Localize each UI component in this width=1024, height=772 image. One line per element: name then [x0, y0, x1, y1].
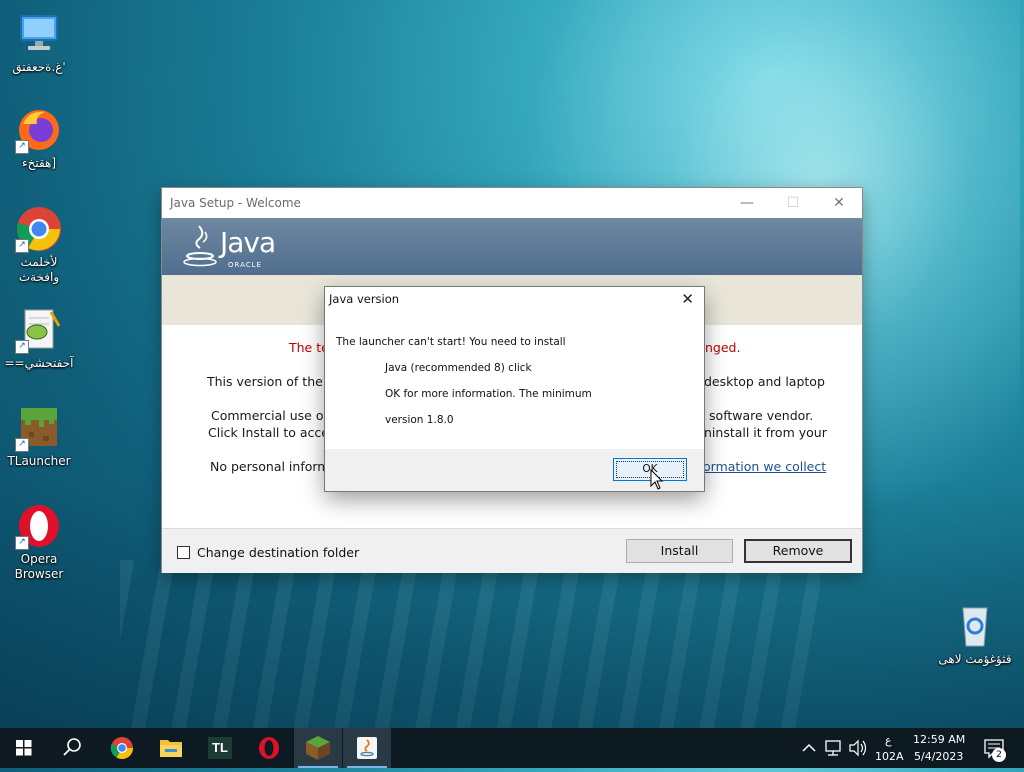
dialog-message-line: OK for more information. The minimum — [385, 388, 592, 400]
show-hidden-icons-button[interactable] — [798, 728, 820, 768]
shortcut-arrow-icon: ↗ — [15, 438, 29, 452]
dialog-title: Java version — [329, 292, 400, 306]
java-logo-text: Java — [220, 226, 276, 259]
close-button[interactable]: ✕ — [816, 188, 862, 218]
desktop-icon-firefox[interactable]: ↗ هقتخء] — [2, 106, 76, 171]
taskbar-chrome[interactable] — [98, 728, 146, 768]
desktop-icon-notepadpp[interactable]: ↗ ==آحفتحشي — [2, 306, 76, 371]
grass-block-icon — [306, 736, 330, 760]
maximize-button[interactable]: ☐ — [770, 188, 816, 218]
remove-button[interactable]: Remove — [744, 539, 852, 563]
speaker-icon — [849, 739, 867, 757]
folder-icon — [160, 740, 182, 757]
window-titlebar[interactable]: Java Setup - Welcome — ☐ ✕ — [162, 188, 862, 218]
change-folder-checkbox[interactable] — [177, 546, 190, 559]
java-version-dialog: Java version ✕ The launcher can't start!… — [325, 287, 704, 491]
taskbar-tlauncher[interactable]: TL — [196, 728, 244, 768]
shortcut-arrow-icon: ↗ — [15, 239, 29, 253]
maximize-icon: ☐ — [786, 195, 800, 211]
volume-button[interactable] — [846, 728, 870, 768]
body-text-right: desktop and laptop — [704, 374, 825, 389]
network-icon — [825, 740, 841, 756]
shortcut-arrow-icon: ↗ — [15, 140, 29, 154]
body-text-left: This version of the Ja — [207, 374, 339, 389]
window-title: Java Setup - Welcome — [170, 196, 301, 210]
start-button[interactable] — [0, 728, 48, 768]
tlauncher-icon-label: TL — [212, 740, 228, 755]
chevron-up-icon — [802, 743, 816, 752]
java-banner: Java ORACLE — [162, 218, 862, 275]
window-footer: Change destination folder Install Remove — [162, 528, 862, 573]
body-text-right: ur software vendor. — [692, 408, 814, 423]
taskbar: TL ع 102A 12:59 AM 5/4/2023 2 — [0, 728, 1024, 768]
taskbar-file-explorer[interactable] — [147, 728, 195, 768]
desktop-icon-label: هقتخء] — [21, 156, 57, 170]
chrome-icon: ↗ — [15, 205, 63, 253]
keyboard-layout: 102A — [875, 750, 904, 763]
dialog-message-line: Java (recommended 8) click — [385, 362, 532, 374]
recycle-bin-icon — [951, 602, 999, 650]
desktop-icon-opera[interactable]: ↗ Opera Browser — [2, 502, 76, 582]
desktop-icon-label: Opera Browser — [14, 552, 64, 581]
language-indicator: ع — [885, 734, 892, 747]
change-folder-label[interactable]: Change destination folder — [197, 545, 359, 560]
search-icon — [63, 738, 81, 756]
body-text-right: ninstall it from your — [704, 425, 827, 440]
close-icon: ✕ — [833, 195, 845, 211]
desktop-icon-label: قثؤغؤمث لاهى — [938, 652, 1012, 666]
clock-date: 5/4/2023 — [914, 750, 964, 763]
chrome-icon — [110, 737, 133, 759]
warning-text-left: The te — [289, 340, 329, 355]
desktop-icon-label: لأخلمث وافخةث — [18, 255, 60, 284]
notification-badge: 2 — [992, 748, 1006, 762]
desktop-icon-label: TLauncher — [7, 454, 71, 468]
desktop-icon-this-pc[interactable]: غ.ةحعفتق' — [2, 10, 76, 75]
privacy-link[interactable]: ormation we collect — [703, 459, 826, 474]
action-center-button[interactable]: 2 — [976, 728, 1016, 768]
mouse-cursor-icon — [650, 468, 664, 495]
taskbar-minecraft[interactable] — [294, 728, 342, 768]
shortcut-arrow-icon: ↗ — [15, 340, 29, 354]
dialog-message-line: version 1.8.0 — [385, 414, 454, 426]
warning-text-right: nged. — [705, 340, 741, 355]
desktop-icon-label: ==آحفتحشي — [4, 356, 74, 370]
network-button[interactable] — [822, 728, 846, 768]
body-text-left: No personal inform — [210, 459, 330, 474]
shortcut-arrow-icon: ↗ — [15, 536, 29, 550]
taskbar-opera[interactable] — [245, 728, 293, 768]
opera-icon — [259, 737, 279, 759]
clock-time: 12:59 AM — [913, 733, 966, 746]
monitor-icon — [15, 10, 63, 58]
notepad-plus-plus-icon: ↗ — [15, 306, 63, 354]
dialog-footer: OK — [325, 449, 704, 491]
windows-logo-icon — [16, 740, 32, 756]
desktop-icon-recycle-bin[interactable]: قثؤغؤمث لاهى — [938, 602, 1012, 667]
minimize-button[interactable]: — — [724, 188, 770, 218]
minimize-icon: — — [740, 195, 754, 211]
search-button[interactable] — [48, 728, 96, 768]
dialog-message-line: The launcher can't start! You need to in… — [336, 336, 566, 348]
taskbar-java-setup[interactable] — [343, 728, 391, 768]
opera-icon: ↗ — [15, 502, 63, 550]
java-cup-icon — [182, 224, 218, 272]
body-text-left: Click Install to accep — [208, 425, 337, 440]
tlauncher-icon: TL — [208, 737, 232, 759]
install-button[interactable]: Install — [626, 539, 733, 563]
input-language-button[interactable]: ع 102A — [871, 728, 907, 768]
firefox-icon: ↗ — [15, 106, 63, 154]
java-icon — [357, 737, 377, 759]
dialog-close-button[interactable]: ✕ — [681, 290, 694, 308]
grass-block-icon: ↗ — [15, 404, 63, 452]
clock-button[interactable]: 12:59 AM 5/4/2023 — [908, 728, 972, 768]
desktop-icon-tlauncher[interactable]: ↗ TLauncher — [2, 404, 76, 469]
close-icon: ✕ — [681, 290, 694, 308]
desktop-icon-label: غ.ةحعفتق' — [12, 60, 66, 74]
notification-count: 2 — [996, 750, 1002, 760]
desktop-icon-chrome[interactable]: ↗ لأخلمث وافخةث — [2, 205, 76, 285]
oracle-logo-text: ORACLE — [228, 261, 262, 269]
body-text-left: Commercial use of t — [211, 408, 337, 423]
